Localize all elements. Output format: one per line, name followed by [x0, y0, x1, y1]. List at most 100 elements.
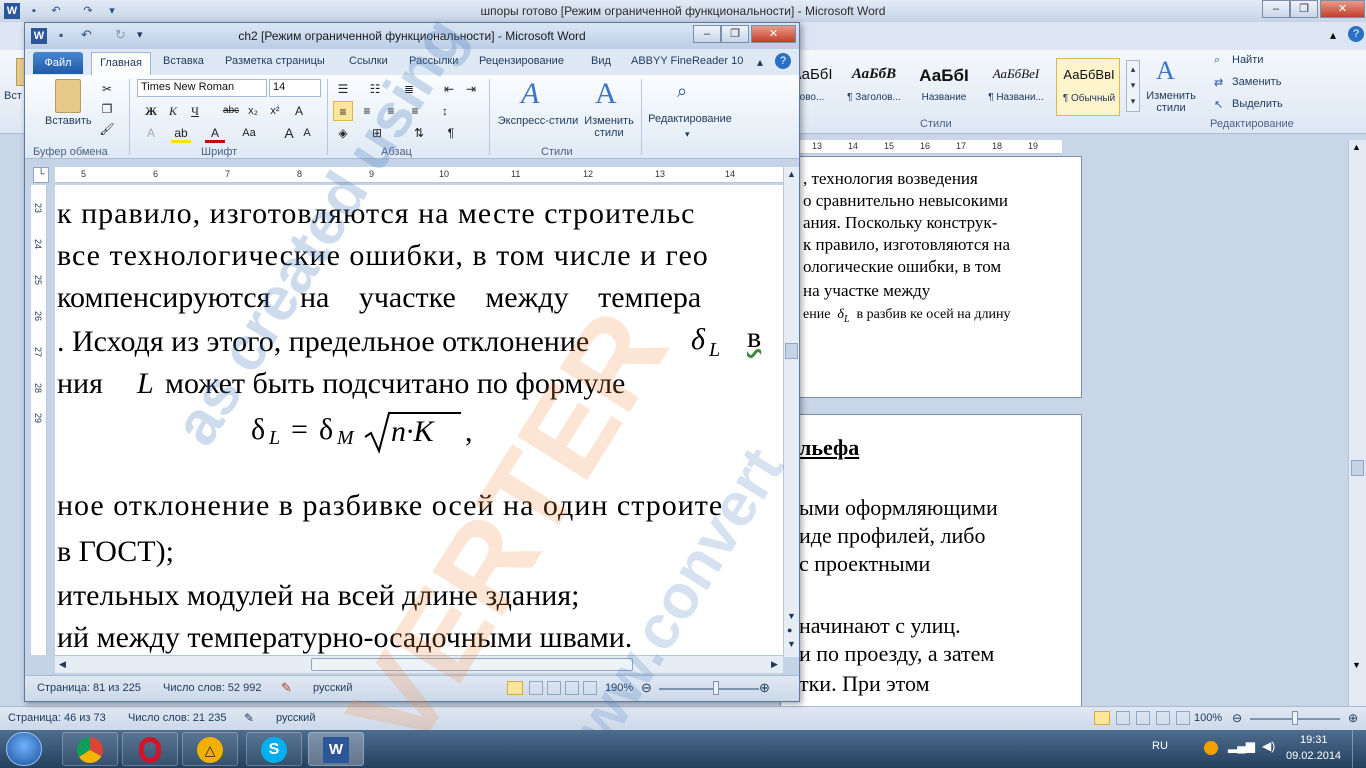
print-layout-icon[interactable]: [1094, 711, 1110, 725]
change-styles-button[interactable]: Изменить стили: [1146, 90, 1196, 114]
clock-date[interactable]: 09.02.2014: [1286, 750, 1341, 762]
scroll-thumb[interactable]: [785, 343, 798, 359]
minimize-button[interactable]: –: [693, 25, 721, 43]
draft-icon[interactable]: [1176, 711, 1190, 725]
styles-scroll-icon[interactable]: ▴ ▾ ▾: [1126, 60, 1140, 112]
volume-icon[interactable]: ◀): [1262, 739, 1275, 753]
replace-button[interactable]: Заменить: [1232, 76, 1281, 88]
format-painter-icon[interactable]: 🖌: [97, 119, 117, 139]
binoculars-icon[interactable]: ⌕: [677, 81, 687, 102]
find-button[interactable]: Найти: [1232, 54, 1263, 66]
tab-references[interactable]: Ссылки: [349, 55, 388, 67]
language-indicator[interactable]: русский: [276, 712, 315, 724]
show-desktop-button[interactable]: [1352, 730, 1366, 768]
minimize-ribbon-icon[interactable]: ▴: [1330, 28, 1336, 42]
minimize-ribbon-icon[interactable]: ▴: [757, 55, 763, 69]
scroll-down-icon[interactable]: ▼: [1352, 660, 1361, 670]
vertical-scrollbar[interactable]: ▲ ▼ ● ▼: [783, 167, 799, 657]
text-effects-icon[interactable]: A: [141, 123, 161, 143]
document-page-2[interactable]: льефа ыми оформляющими иде профилей, либ…: [780, 414, 1082, 714]
proofing-icon[interactable]: ✎: [244, 711, 254, 725]
document-area[interactable]: к правило, изготовляются на месте строит…: [55, 185, 783, 655]
quick-styles-button[interactable]: Экспресс-стили: [497, 115, 579, 127]
full-screen-icon[interactable]: [1116, 711, 1130, 725]
align-right-icon[interactable]: ≡: [381, 101, 401, 121]
tab-file[interactable]: Файл: [33, 52, 83, 74]
page-counter[interactable]: Страница: 46 из 73: [8, 712, 106, 724]
start-button[interactable]: [6, 732, 42, 766]
font-size-combo[interactable]: 14: [269, 79, 321, 97]
multilevel-list-icon[interactable]: ≣: [399, 79, 419, 99]
web-layout-icon[interactable]: [1136, 711, 1150, 725]
maximize-button[interactable]: ❐: [721, 25, 749, 43]
zoom-slider-thumb[interactable]: [713, 681, 719, 695]
change-case-icon[interactable]: Aa: [239, 123, 259, 143]
font-name-combo[interactable]: Times New Roman: [137, 79, 267, 97]
close-button[interactable]: ✕: [751, 25, 796, 43]
show-formatting-icon[interactable]: ¶: [441, 123, 461, 143]
numbering-icon[interactable]: ☷: [365, 79, 385, 99]
grow-font-icon[interactable]: A: [289, 101, 309, 121]
word-count[interactable]: Число слов: 52 992: [163, 682, 261, 694]
shrink-font-icon[interactable]: A: [297, 123, 317, 143]
input-language[interactable]: RU: [1152, 740, 1168, 752]
outline-icon[interactable]: [565, 681, 579, 695]
close-button[interactable]: ✕: [1320, 0, 1365, 18]
zoom-in-icon[interactable]: ⊕: [1348, 711, 1358, 725]
outline-icon[interactable]: [1156, 711, 1170, 725]
scroll-right-icon[interactable]: ▶: [771, 659, 778, 670]
line-spacing-icon[interactable]: ↕: [435, 101, 455, 121]
italic-icon[interactable]: К: [163, 101, 183, 121]
network-icon[interactable]: ▂▄▆: [1228, 739, 1255, 753]
document-page-1[interactable]: , технология возведения о сравнительно н…: [780, 156, 1082, 398]
scroll-thumb[interactable]: [1351, 460, 1364, 476]
increase-indent-icon[interactable]: ⇥: [461, 79, 481, 99]
help-icon[interactable]: ?: [1348, 26, 1364, 42]
style-heading[interactable]: АаБбВ ¶ Заголов...: [842, 58, 906, 116]
zoom-slider[interactable]: [659, 688, 759, 690]
tab-selector[interactable]: └: [33, 167, 49, 183]
highlight-icon[interactable]: ab: [171, 123, 191, 143]
zoom-slider-thumb[interactable]: [1292, 711, 1298, 725]
tab-view[interactable]: Вид: [591, 55, 611, 67]
cut-icon[interactable]: ✂: [97, 79, 117, 99]
draft-icon[interactable]: [583, 681, 597, 695]
style-subtitle[interactable]: АаБбВеІ ¶ Названи...: [984, 58, 1048, 116]
select-button[interactable]: Выделить: [1232, 98, 1283, 110]
change-styles-icon[interactable]: A: [595, 77, 617, 111]
full-screen-icon[interactable]: [529, 681, 543, 695]
scroll-thumb[interactable]: [311, 658, 633, 671]
style-normal-selected[interactable]: АаБбВвІ ¶ Обычный: [1056, 58, 1120, 116]
decrease-indent-icon[interactable]: ⇤: [439, 79, 459, 99]
paste-icon[interactable]: [55, 79, 81, 113]
vertical-scrollbar[interactable]: ▲ ▼: [1348, 140, 1366, 706]
superscript-icon[interactable]: x²: [265, 101, 285, 121]
scroll-down-icon[interactable]: ▼: [787, 611, 796, 621]
minimize-button[interactable]: –: [1262, 0, 1290, 18]
shading-icon[interactable]: ◈: [333, 123, 353, 143]
print-layout-icon[interactable]: [507, 681, 523, 695]
tab-home[interactable]: Главная: [91, 52, 151, 75]
replace-icon[interactable]: ⇄: [1214, 76, 1223, 89]
tab-mailings[interactable]: Рассылки: [409, 55, 458, 67]
scroll-left-icon[interactable]: ◀: [59, 659, 66, 670]
web-layout-icon[interactable]: [547, 681, 561, 695]
tab-review[interactable]: Рецензирование: [479, 55, 564, 67]
editing-button[interactable]: Редактирование: [647, 113, 733, 125]
align-center-icon[interactable]: ≡: [357, 101, 377, 121]
help-icon[interactable]: ?: [775, 53, 791, 69]
style-title[interactable]: АаБбІ Название: [912, 58, 976, 116]
page-counter[interactable]: Страница: 81 из 225: [37, 682, 141, 694]
subscript-icon[interactable]: x₂: [243, 101, 263, 121]
bold-icon[interactable]: Ж: [141, 101, 161, 121]
taskbar-opera[interactable]: [122, 732, 178, 766]
maximize-button[interactable]: ❐: [1290, 0, 1318, 18]
zoom-out-icon[interactable]: ⊖: [641, 680, 652, 696]
zoom-out-icon[interactable]: ⊖: [1232, 711, 1242, 725]
horizontal-scrollbar[interactable]: ◀ ▶: [55, 655, 783, 673]
prev-page-icon[interactable]: ●: [787, 625, 792, 635]
chevron-down-icon[interactable]: ▾: [685, 129, 690, 140]
taskbar-chrome[interactable]: [62, 732, 118, 766]
underline-icon[interactable]: Ч: [185, 101, 205, 121]
taskbar-office[interactable]: △: [182, 732, 238, 766]
